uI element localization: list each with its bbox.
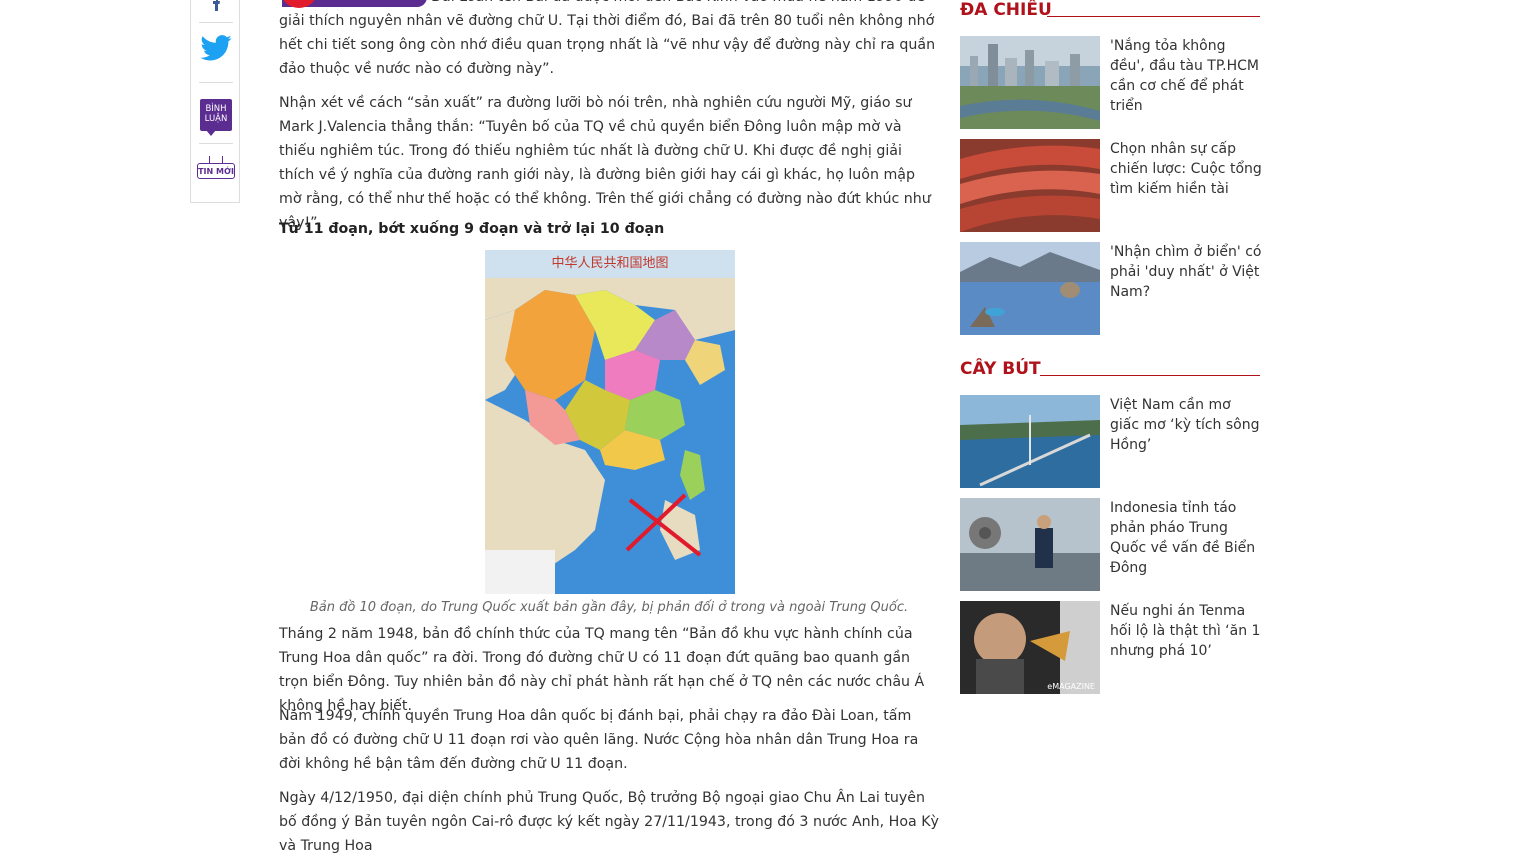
article-paragraph-1: Đài Loan tên Bai đã được mời đến Bắc Kin… xyxy=(279,0,939,81)
article-paragraph-5: Ngày 4/12/1950, đại diện chính phủ Trung… xyxy=(279,786,939,858)
twitter-icon xyxy=(200,35,232,61)
share-rail: BÌNH LUẬN TIN MỚI xyxy=(190,0,240,203)
sidebar-card[interactable]: Việt Nam cần mơ giấc mơ ‘kỳ tích sông Hồ… xyxy=(960,395,1260,488)
twitter-share-button[interactable] xyxy=(197,32,235,64)
section-title-da-chieu[interactable]: ĐA CHIỀU xyxy=(960,0,1260,24)
card-thumbnail[interactable] xyxy=(960,36,1100,129)
latest-news-label: TIN MỚI xyxy=(198,166,234,176)
latest-news-button[interactable]: TIN MỚI xyxy=(197,152,235,182)
card-title[interactable]: Chọn nhân sự cấp chiến lược: Cuộc tổng t… xyxy=(1110,139,1262,199)
section-title-cay-but[interactable]: CÂY BÚT xyxy=(960,359,1260,383)
paragraph-text: Năm 1949, chính quyền Trung Hoa dân quốc… xyxy=(279,708,919,772)
china-map-image: 中华人民共和国地图 xyxy=(485,250,735,594)
facebook-share-button[interactable] xyxy=(197,0,235,12)
card-title[interactable]: Indonesia tỉnh táo phản pháo Trung Quốc … xyxy=(1110,498,1262,578)
comment-button[interactable]: BÌNH LUẬN xyxy=(197,96,235,136)
section-title-text[interactable]: CÂY BÚT xyxy=(960,359,1041,379)
article-paragraph-4: Năm 1949, chính quyền Trung Hoa dân quốc… xyxy=(279,704,939,776)
card-thumbnail[interactable] xyxy=(960,242,1100,335)
card-thumbnail[interactable] xyxy=(960,139,1100,232)
sidebar-card[interactable]: 'Nhận chìm ở biển' có phải 'duy nhất' ở … xyxy=(960,242,1262,335)
section-title-text[interactable]: ĐA CHIỀU xyxy=(960,0,1052,20)
map-title: 中华人民共和国地图 xyxy=(551,256,668,271)
comment-label-line2: LUẬN xyxy=(204,114,228,124)
comment-icon: BÌNH LUẬN xyxy=(200,99,232,136)
sidebar-card[interactable]: Chọn nhân sự cấp chiến lược: Cuộc tổng t… xyxy=(960,139,1262,232)
tv-icon: TIN MỚI xyxy=(197,163,235,179)
facebook-icon xyxy=(213,0,220,11)
article-paragraph-2: Nhận xét về cách “sản xuất” ra đường lưỡ… xyxy=(279,91,939,235)
card-thumbnail[interactable] xyxy=(960,498,1100,591)
comment-label-line1: BÌNH xyxy=(205,104,227,114)
card-title[interactable]: 'Nắng tỏa không đều', đầu tàu TP.HCM cần… xyxy=(1110,36,1262,116)
paragraph-text: Ngày 4/12/1950, đại diện chính phủ Trung… xyxy=(279,790,939,854)
emagazine-label: eMAGAZINE xyxy=(1047,682,1095,691)
card-title[interactable]: Nếu nghi án Tenma hối lộ là thật thì ‘ăn… xyxy=(1110,601,1262,661)
image-caption: Bản đồ 10 đoạn, do Trung Quốc xuất bản g… xyxy=(309,600,909,615)
sidebar-card[interactable]: 'Nắng tỏa không đều', đầu tàu TP.HCM cần… xyxy=(960,36,1260,129)
section-divider xyxy=(1040,375,1260,376)
sidebar-card[interactable]: eMAGAZINE Nếu nghi án Tenma hối lộ là th… xyxy=(960,601,1260,694)
card-thumbnail[interactable]: eMAGAZINE xyxy=(960,601,1100,694)
card-title[interactable]: Việt Nam cần mơ giấc mơ ‘kỳ tích sông Hồ… xyxy=(1110,395,1262,455)
card-thumbnail[interactable] xyxy=(960,395,1100,488)
article-subheading: Từ 11 đoạn, bớt xuống 9 đoạn và trở lại … xyxy=(279,221,665,237)
paragraph-text: Đài Loan tên Bai đã được mời đến Bắc Kin… xyxy=(279,0,936,77)
section-divider xyxy=(1047,16,1260,17)
sidebar-card[interactable]: Indonesia tỉnh táo phản pháo Trung Quốc … xyxy=(960,498,1260,591)
card-title[interactable]: 'Nhận chìm ở biển' có phải 'duy nhất' ở … xyxy=(1110,242,1262,302)
paragraph-text: Nhận xét về cách “sản xuất” ra đường lưỡ… xyxy=(279,95,931,231)
